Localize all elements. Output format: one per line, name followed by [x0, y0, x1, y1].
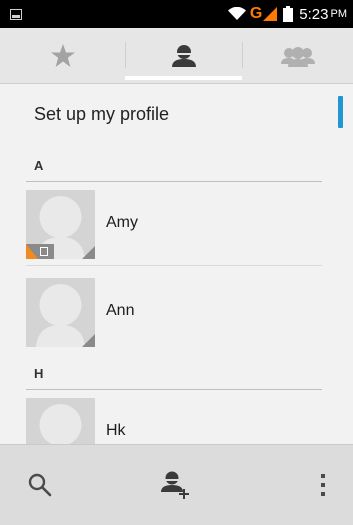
status-time: 5:23 [299, 5, 329, 23]
wifi-icon [227, 7, 246, 20]
add-contact-icon [161, 471, 189, 499]
section-header-h: H [0, 354, 340, 390]
network-type-label: G [249, 5, 263, 22]
section-divider [26, 181, 322, 182]
tab-contacts[interactable] [125, 28, 242, 83]
setup-profile-label: Set up my profile [34, 104, 170, 124]
tab-selected-indicator [125, 76, 242, 80]
contact-row-amy[interactable]: Amy [0, 186, 340, 266]
contact-name: Amy [106, 214, 138, 231]
setup-profile-row[interactable]: Set up my profile [0, 84, 340, 146]
default-avatar-icon [39, 404, 82, 444]
group-icon [280, 46, 315, 67]
section-letter: A [34, 158, 44, 173]
overflow-menu-icon [321, 474, 325, 496]
avatar [26, 398, 95, 444]
battery-icon [283, 6, 294, 22]
avatar [26, 278, 95, 347]
scrollbar-thumb[interactable] [338, 96, 343, 128]
section-divider [26, 389, 322, 390]
signal-icon [263, 7, 278, 21]
overflow-menu-button[interactable] [293, 445, 353, 525]
bottom-action-bar [0, 444, 353, 525]
person-icon [171, 44, 196, 67]
avatar [26, 190, 95, 259]
sim-card-badge [26, 244, 54, 259]
row-divider [26, 265, 322, 266]
contact-list[interactable]: Set up my profile A Amy Ann H Hk [0, 84, 353, 444]
contact-row-ann[interactable]: Ann [0, 274, 340, 354]
contact-row-hk[interactable]: Hk [0, 394, 340, 444]
add-contact-button[interactable] [136, 445, 216, 525]
star-icon [50, 44, 75, 67]
contact-name: Hk [106, 422, 126, 439]
status-bar: G 5:23 PM [0, 0, 353, 28]
tab-favorites[interactable] [0, 28, 125, 83]
search-icon [28, 473, 52, 497]
status-ampm: PM [330, 8, 348, 20]
section-header-a: A [0, 146, 340, 182]
tab-groups[interactable] [242, 28, 353, 83]
tab-bar [0, 28, 353, 84]
default-avatar-icon [36, 284, 95, 347]
search-button[interactable] [0, 445, 80, 525]
contact-name: Ann [106, 302, 135, 319]
section-letter: H [34, 366, 44, 381]
notification-icon [10, 9, 22, 20]
